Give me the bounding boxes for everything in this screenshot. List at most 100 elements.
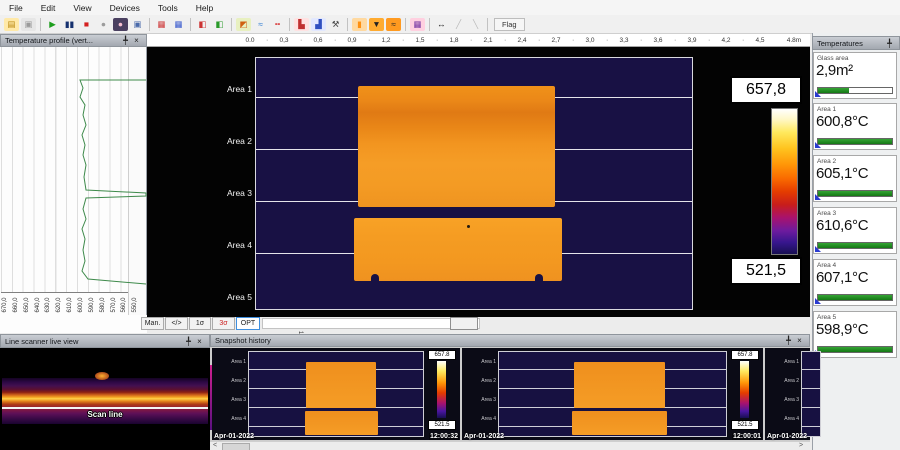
card-marker-icon (815, 246, 821, 252)
menu-edit[interactable]: Edit (32, 3, 65, 13)
ruler-tick: 2,7 (543, 37, 569, 44)
mini-area-label: Area 2 (464, 378, 496, 384)
mini-area-label: Area 4 (214, 416, 246, 422)
card-progress-fill (818, 88, 849, 93)
close-icon[interactable]: × (131, 36, 142, 45)
mini-area-label: Area 4 (767, 416, 799, 422)
snapshot-mini-view (801, 351, 821, 437)
mini-colorbar (740, 361, 749, 418)
snapshot-thumbnail[interactable]: Area 1Area 2Area 3Area 4657.8521.512:00:… (212, 348, 460, 440)
grid-blue-icon[interactable]: ▦ (171, 18, 186, 31)
snapshot-hscrollbar[interactable]: < > (210, 441, 810, 450)
pin-icon[interactable]: ╇ (884, 39, 895, 48)
pin-icon[interactable]: ╇ (783, 336, 794, 345)
stop-icon[interactable]: ■ (79, 18, 94, 31)
ruler-tick: 1,5 (407, 37, 433, 44)
colorbar-min-value: 521,5 (730, 257, 802, 285)
snapshot-date: Apr-01-2022 (464, 433, 504, 440)
menu-file[interactable]: File (0, 3, 32, 13)
open-file-icon[interactable]: ▤ (4, 18, 19, 31)
snapshot-date: Apr-01-2022 (214, 433, 254, 440)
measure-icon[interactable]: ↔ (434, 18, 449, 31)
thermal-flame-icon[interactable]: ≈ (386, 18, 401, 31)
control-button-1[interactable]: Man. (141, 317, 164, 330)
ruler-tick: 4,5 (747, 37, 773, 44)
menu-view[interactable]: View (64, 3, 100, 13)
card-progress-bar (817, 242, 893, 249)
ruler-tick: 3,6 (645, 37, 671, 44)
card-progress-bar (817, 346, 893, 353)
temperature-card: Area 5598,9°C (813, 311, 897, 358)
mini-colorbar-column: 657.8521.5 (426, 350, 458, 438)
menu-tools[interactable]: Tools (149, 3, 187, 13)
ruler-tick: 4.8m (781, 37, 807, 44)
pause-icon[interactable]: ▮▮ (62, 18, 77, 31)
card-progress-fill (818, 243, 892, 248)
menu-help[interactable]: Help (187, 3, 222, 13)
histogram-red-icon[interactable]: ▙ (294, 18, 309, 31)
main-hscrollbar-thumb[interactable] (450, 317, 478, 330)
menu-devices[interactable]: Devices (101, 3, 149, 13)
ruler-tick-dot: · (606, 37, 608, 44)
defect-dot (467, 225, 470, 228)
scroll-left-icon[interactable]: < (213, 442, 217, 449)
opt-button[interactable]: OPT (236, 317, 260, 330)
toolbar-separator (347, 18, 348, 31)
pin-icon[interactable]: ╇ (120, 36, 131, 45)
save-icon[interactable]: ▣ (21, 18, 36, 31)
tools-icon[interactable]: ⚒ (328, 18, 343, 31)
mini-area-label: Area 4 (464, 416, 496, 422)
draw-line-b-icon[interactable]: ╲ (468, 18, 483, 31)
ruler-tick-dot: · (538, 37, 540, 44)
main-hscrollbar-track[interactable] (262, 318, 480, 329)
snapshot-thumbnail[interactable]: Area 1Area 2Area 3Area 4Apr-01-2022 (765, 348, 810, 440)
mini-glass-sheet-2 (305, 411, 378, 435)
record-icon[interactable]: ● (96, 18, 111, 31)
red-dashes-icon[interactable]: ╍ (270, 18, 285, 31)
control-button-3[interactable]: 1σ (189, 317, 211, 330)
snapshot-scrollbar-thumb[interactable] (222, 443, 250, 450)
close-icon[interactable]: × (194, 337, 205, 346)
copy-icon[interactable]: ▣ (130, 18, 145, 31)
export-green-icon[interactable]: ◧ (212, 18, 227, 31)
ruler-tick: 0,3 (271, 37, 297, 44)
mini-colorbar-min: 521.5 (428, 420, 456, 430)
histogram-blue-icon[interactable]: ▟ (311, 18, 326, 31)
scan-line (2, 407, 208, 409)
mini-colorbar-column: 657.8521.5 (729, 350, 761, 438)
snapshot-time: 12:00:01 (732, 433, 762, 440)
ruler-tick-dot: · (402, 37, 404, 44)
toolbar-separator (429, 18, 430, 31)
live-view-header: Line scanner live view ╇ × (0, 334, 210, 348)
main-canvas: Area 1Area 2Area 3Area 4Area 5 657,8 521… (147, 47, 810, 317)
snapshot-icon[interactable]: ● (113, 18, 128, 31)
ruler-tick-dot: · (674, 37, 676, 44)
close-icon[interactable]: × (794, 336, 805, 345)
grid-red-icon[interactable]: ▦ (154, 18, 169, 31)
card-label: Glass area (817, 55, 848, 62)
draw-line-a-icon[interactable]: ╱ (451, 18, 466, 31)
mosaic-icon[interactable]: ▦ (410, 18, 425, 31)
thermal-scale-icon[interactable]: ▮ (352, 18, 367, 31)
scroll-right-icon[interactable]: > (799, 442, 803, 449)
palette-icon[interactable]: ◩ (236, 18, 251, 31)
start-icon[interactable]: ▶ (45, 18, 60, 31)
temperature-card: Area 4607,1°C (813, 259, 897, 306)
export-red-icon[interactable]: ◧ (195, 18, 210, 31)
mini-area-label: Area 1 (214, 359, 246, 365)
ruler-tick: 3,3 (611, 37, 637, 44)
card-label: Area 2 (817, 158, 836, 165)
flag-button[interactable]: Flag (494, 18, 525, 31)
thermal-view (255, 57, 693, 310)
profile-chart-icon[interactable]: ≈ (253, 18, 268, 31)
card-label: Area 1 (817, 106, 836, 113)
profile-chart-svg (0, 47, 147, 315)
control-button-2[interactable]: </> (165, 317, 188, 330)
snapshot-thumbnail[interactable]: Area 1Area 2Area 3Area 4657.8521.512:00:… (462, 348, 763, 440)
roller-notch-2 (535, 274, 543, 282)
card-value: 605,1°C (816, 165, 868, 182)
scan-line-label: Scan line (0, 410, 210, 419)
thermal-target-icon[interactable]: ▼ (369, 18, 384, 31)
pin-icon[interactable]: ╇ (183, 337, 194, 346)
control-button-4[interactable]: 3σ (212, 317, 235, 330)
